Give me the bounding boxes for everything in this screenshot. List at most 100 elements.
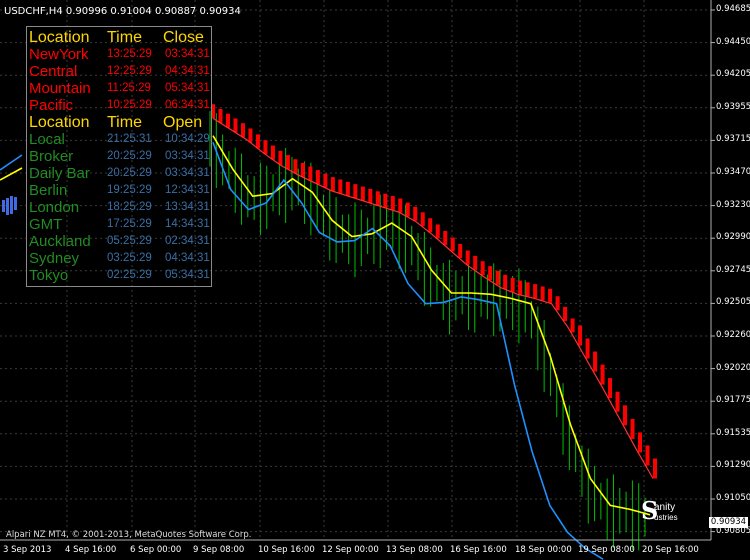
date-label: 12 Sep 00:00 — [322, 545, 379, 555]
trend-mark — [368, 188, 373, 203]
countdown-time: 14:34:31 — [165, 218, 210, 230]
countdown-time: 03:34:31 — [165, 167, 210, 179]
price-label: 0.93715 — [716, 134, 750, 145]
trend-mark — [630, 418, 635, 439]
location-name: Central — [29, 63, 78, 80]
trend-mark — [300, 163, 305, 178]
price-label: 0.92745 — [716, 264, 750, 275]
countdown-time: 03:34:31 — [165, 150, 210, 162]
trend-mark — [473, 255, 478, 270]
trend-mark — [248, 128, 253, 143]
trend-mark — [450, 237, 455, 252]
location-name: Tokyo — [29, 267, 69, 284]
price-label: 0.92990 — [716, 232, 750, 243]
location-name: Mountain — [29, 80, 91, 97]
location-name: Broker — [29, 148, 74, 165]
location-name: Sydney — [29, 250, 80, 267]
trend-mark — [540, 286, 545, 301]
countdown-time: 05:34:31 — [165, 269, 210, 281]
trend-mark — [495, 270, 500, 285]
price-label: 0.93470 — [716, 167, 750, 177]
trend-mark — [413, 206, 418, 221]
countdown-time: 04:34:31 — [165, 65, 210, 77]
trend-mark — [443, 230, 448, 245]
trend-mark — [255, 134, 260, 149]
location-name: GMT — [29, 216, 63, 233]
trend-mark — [293, 159, 298, 174]
header-close: Close — [163, 29, 204, 46]
header-location: Location — [29, 29, 90, 46]
price-label: 0.94685 — [716, 4, 750, 14]
trend-mark — [518, 280, 523, 295]
logo-text-bottom: ustries — [654, 513, 678, 522]
trend-mark — [225, 113, 230, 128]
trend-mark — [555, 296, 560, 311]
date-label: 9 Sep 08:00 — [193, 545, 245, 555]
location-time: 21:25:31 — [107, 133, 152, 145]
date-label: 18 Sep 00:00 — [515, 545, 572, 555]
trend-marks — [211, 104, 657, 479]
trend-mark — [585, 338, 590, 359]
price-label: 0.91535 — [716, 427, 750, 438]
trend-mark — [480, 261, 485, 276]
header-time: Time — [107, 29, 142, 46]
trend-mark — [525, 282, 530, 297]
logo-text-top: anity — [654, 502, 676, 513]
edge-bar — [10, 196, 13, 214]
trend-mark — [510, 277, 515, 292]
date-label: 6 Sep 00:00 — [130, 545, 182, 555]
countdown-time: 03:34:31 — [165, 48, 210, 60]
location-time: 20:25:29 — [107, 167, 152, 179]
trend-mark — [570, 318, 575, 333]
location-time: 18:25:29 — [107, 201, 152, 213]
trend-mark — [308, 166, 313, 181]
current-price-tag: 0.90934 — [709, 517, 748, 528]
trend-mark — [623, 405, 628, 426]
trend-mark — [608, 378, 613, 399]
location-name: Local — [29, 131, 65, 148]
sanity-logo: S anity ustries — [641, 496, 693, 528]
countdown-time: 05:34:31 — [165, 82, 210, 94]
trend-mark — [533, 284, 538, 299]
location-name: Berlin — [29, 182, 68, 199]
trend-mark — [420, 212, 425, 227]
price-label: 0.91050 — [716, 493, 750, 503]
price-label: 0.93230 — [716, 199, 750, 210]
countdown-time: 13:34:31 — [165, 201, 210, 213]
location-time: 11:25:29 — [107, 82, 151, 94]
location-time: 20:25:29 — [107, 150, 152, 162]
trend-mark — [435, 224, 440, 239]
location-name: London — [29, 199, 80, 216]
date-label: 16 Sep 16:00 — [450, 545, 507, 555]
trend-mark — [233, 118, 238, 133]
countdown-time: 10:34:29 — [165, 133, 210, 145]
trend-mark — [375, 191, 380, 206]
price-label: 0.91290 — [716, 460, 750, 471]
price-label: 0.92505 — [716, 297, 750, 308]
edge-line — [0, 167, 23, 181]
location-name: Auckland — [29, 233, 91, 250]
trend-mark — [638, 432, 643, 453]
date-label: 3 Sep 2013 — [3, 545, 52, 555]
trend-mark — [360, 186, 365, 201]
trend-mark — [578, 325, 583, 346]
trend-mark — [458, 243, 463, 258]
location-time: 19:25:29 — [107, 184, 152, 196]
trend-mark — [615, 391, 620, 412]
price-label: 0.92020 — [716, 362, 750, 373]
trend-mark — [600, 364, 605, 385]
trend-mark — [218, 108, 223, 123]
trend-mark — [240, 123, 245, 138]
trend-mark — [563, 306, 568, 321]
trend-mark — [270, 145, 275, 160]
location-time: 10:25:29 — [107, 99, 152, 111]
location-time: 02:25:29 — [107, 269, 152, 281]
countdown-time: 12:34:31 — [165, 184, 210, 196]
trend-mark — [345, 181, 350, 196]
trend-mark — [390, 196, 395, 211]
edge-bar — [14, 197, 17, 210]
price-label: 0.94205 — [716, 69, 750, 80]
location-time: 03:25:29 — [107, 252, 152, 264]
location-time: 13:25:29 — [107, 48, 152, 60]
date-label: 10 Sep 16:00 — [258, 545, 315, 555]
